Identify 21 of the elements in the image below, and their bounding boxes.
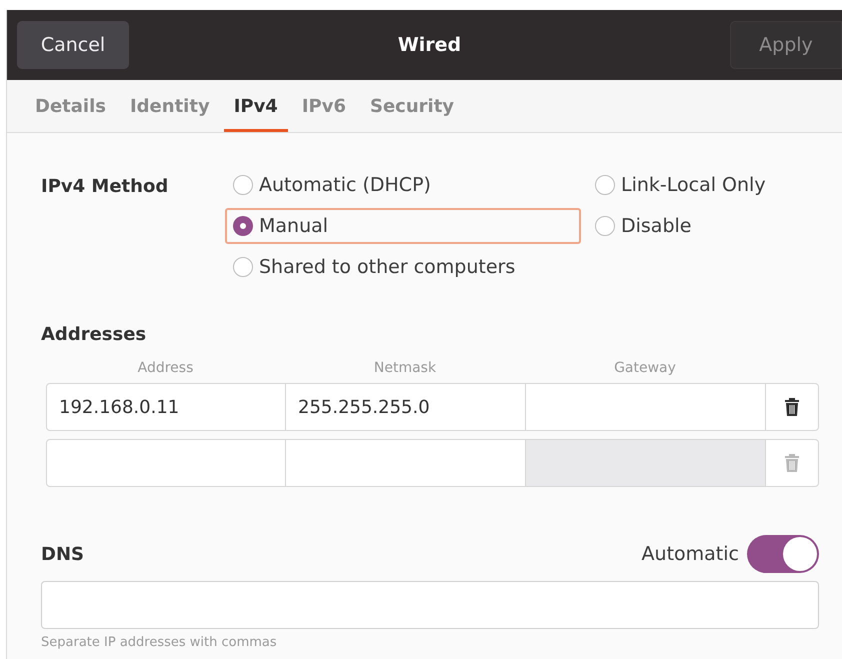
section-title: Addresses — [41, 323, 148, 347]
radio-option[interactable]: Automatic (DHCP) — [225, 167, 581, 203]
automatic-label: Automatic — [642, 542, 739, 567]
radio-option[interactable]: Manual — [225, 208, 581, 244]
dns-field[interactable] — [41, 581, 819, 629]
trash-icon — [784, 453, 800, 473]
tab[interactable]: IPv4 — [224, 80, 288, 132]
trash-icon — [784, 397, 800, 417]
section-title: DNS — [41, 542, 84, 566]
automatic-switch[interactable] — [747, 535, 819, 573]
radio-option[interactable]: Shared to other computers — [225, 249, 581, 285]
column-header: Gateway — [613, 359, 677, 378]
cancel-button[interactable]: Cancel — [17, 21, 129, 69]
address-field[interactable]: 192.168.0.11 — [47, 384, 286, 430]
hint-text: Separate IP addresses with commas — [41, 634, 278, 652]
radio-option[interactable]: Disable — [587, 208, 774, 244]
window-title: Wired — [398, 32, 462, 58]
column-header: Address — [136, 359, 194, 378]
radio-option[interactable]: Link-Local Only — [587, 167, 774, 203]
column-header: Netmask — [372, 359, 438, 378]
method-label: IPv4 Method — [41, 175, 170, 199]
